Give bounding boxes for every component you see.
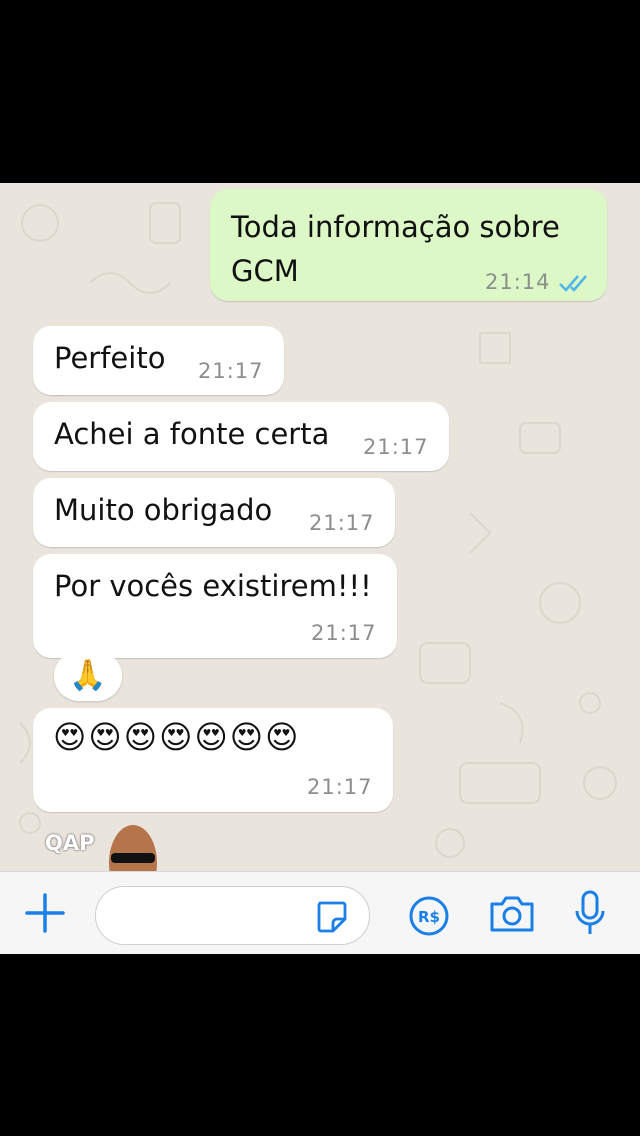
message-bubble-incoming[interactable]: Muito obrigado 21:17 bbox=[33, 478, 395, 547]
reaction-badge[interactable]: 🙏 bbox=[54, 651, 122, 701]
message-text: Muito obrigado bbox=[54, 493, 273, 527]
message-time: 21:17 bbox=[198, 359, 264, 383]
message-text: Perfeito bbox=[54, 341, 166, 375]
message-time: 21:14 bbox=[485, 270, 551, 294]
sticker-face-icon bbox=[109, 825, 157, 871]
sticker-icon[interactable] bbox=[313, 899, 349, 935]
camera-icon[interactable] bbox=[488, 894, 536, 934]
message-input-bar: R$ bbox=[0, 871, 640, 954]
svg-text:R$: R$ bbox=[418, 908, 440, 926]
message-text: Achei a fonte certa bbox=[54, 417, 330, 451]
message-time: 21:17 bbox=[309, 511, 375, 535]
sticker-text: QAP bbox=[45, 831, 95, 855]
message-input[interactable] bbox=[95, 886, 370, 945]
microphone-icon[interactable] bbox=[572, 889, 608, 939]
message-time: 21:17 bbox=[311, 621, 377, 645]
message-time: 21:17 bbox=[307, 775, 373, 799]
message-time: 21:17 bbox=[363, 435, 429, 459]
message-bubble-incoming[interactable]: 😍😍😍😍😍😍😍 21:17 bbox=[33, 708, 393, 812]
message-bubble-incoming[interactable]: Por vocês existirem!!! 21:17 bbox=[33, 554, 397, 658]
plus-icon[interactable] bbox=[24, 892, 66, 934]
payment-icon[interactable]: R$ bbox=[408, 895, 450, 937]
chat-area[interactable]: Toda informação sobre GCM 21:14 Perfeito… bbox=[0, 183, 640, 871]
emoji-message: 😍😍😍😍😍😍😍 bbox=[53, 718, 301, 756]
message-text: Por vocês existirem!!! bbox=[54, 569, 372, 603]
message-bubble-incoming[interactable]: Perfeito 21:17 bbox=[33, 326, 284, 395]
double-check-icon bbox=[559, 275, 587, 292]
message-bubble-incoming[interactable]: Achei a fonte certa 21:17 bbox=[33, 402, 449, 471]
message-bubble-outgoing[interactable]: Toda informação sobre GCM 21:14 bbox=[210, 189, 607, 301]
